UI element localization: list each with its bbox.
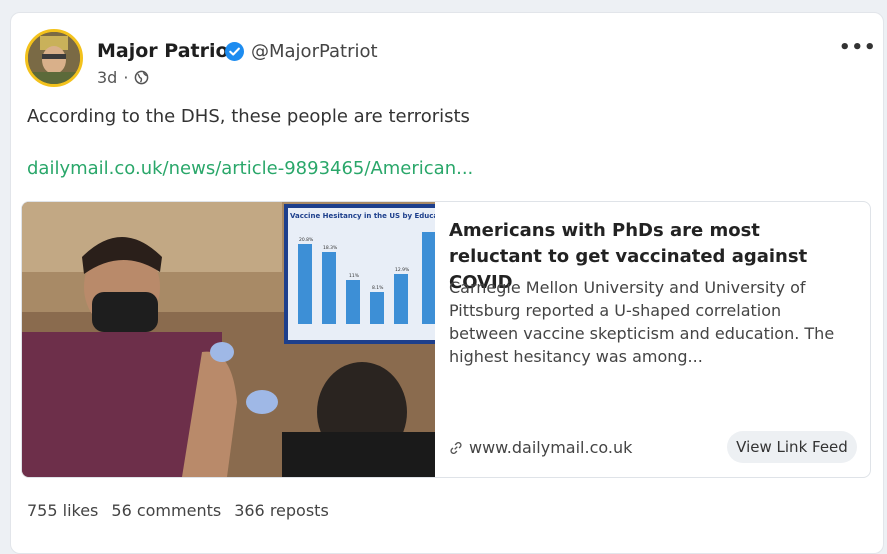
link-preview-card[interactable]: Vaccine Hesitancy in the US by Education…	[21, 201, 871, 478]
more-options-icon[interactable]: •••	[839, 37, 877, 58]
post-meta: 3d ·	[97, 68, 149, 87]
preview-image[interactable]: Vaccine Hesitancy in the US by Education…	[22, 202, 435, 477]
globe-icon	[135, 70, 149, 85]
preview-domain-text[interactable]: www.dailymail.co.uk	[469, 438, 632, 457]
likes-count[interactable]: 755 likes	[27, 501, 98, 520]
image-bar	[298, 244, 312, 324]
image-chart-title: Vaccine Hesitancy in the US by Education…	[290, 212, 435, 220]
image-bar-label: 11%	[349, 273, 360, 279]
link-icon	[450, 441, 462, 454]
view-link-feed-button[interactable]: View Link Feed	[727, 431, 857, 463]
image-bar	[370, 292, 384, 324]
author-handle[interactable]: @MajorPatriot	[251, 41, 378, 62]
comments-count[interactable]: 56 comments	[111, 501, 221, 520]
image-bar-label: 12.9%	[395, 267, 410, 273]
image-bar	[346, 280, 360, 324]
post-link[interactable]: dailymail.co.uk/news/article-9893465/Ame…	[27, 158, 473, 179]
post-card: Major Patriot @MajorPatriot 3d · ••• Acc…	[10, 12, 884, 554]
image-bar-label: 18.3%	[323, 245, 338, 251]
image-bar-label: 20.8%	[299, 237, 314, 243]
image-bar	[422, 232, 435, 324]
image-bar	[322, 252, 336, 324]
verified-badge-icon	[225, 42, 244, 61]
author-name[interactable]: Major Patriot	[97, 40, 238, 62]
avatar[interactable]	[25, 29, 83, 87]
preview-description: Carnegie Mellon University and Universit…	[449, 278, 835, 366]
image-bar-label: 8.1%	[372, 285, 384, 291]
meta-separator: ·	[123, 68, 129, 87]
post-stats: 755 likes 56 comments 366 reposts	[27, 501, 329, 520]
preview-domain[interactable]: www.dailymail.co.uk	[449, 438, 632, 457]
post-text: According to the DHS, these people are t…	[27, 106, 470, 127]
post-time[interactable]: 3d	[97, 68, 117, 87]
reposts-count[interactable]: 366 reposts	[234, 501, 329, 520]
image-bar	[394, 274, 408, 324]
